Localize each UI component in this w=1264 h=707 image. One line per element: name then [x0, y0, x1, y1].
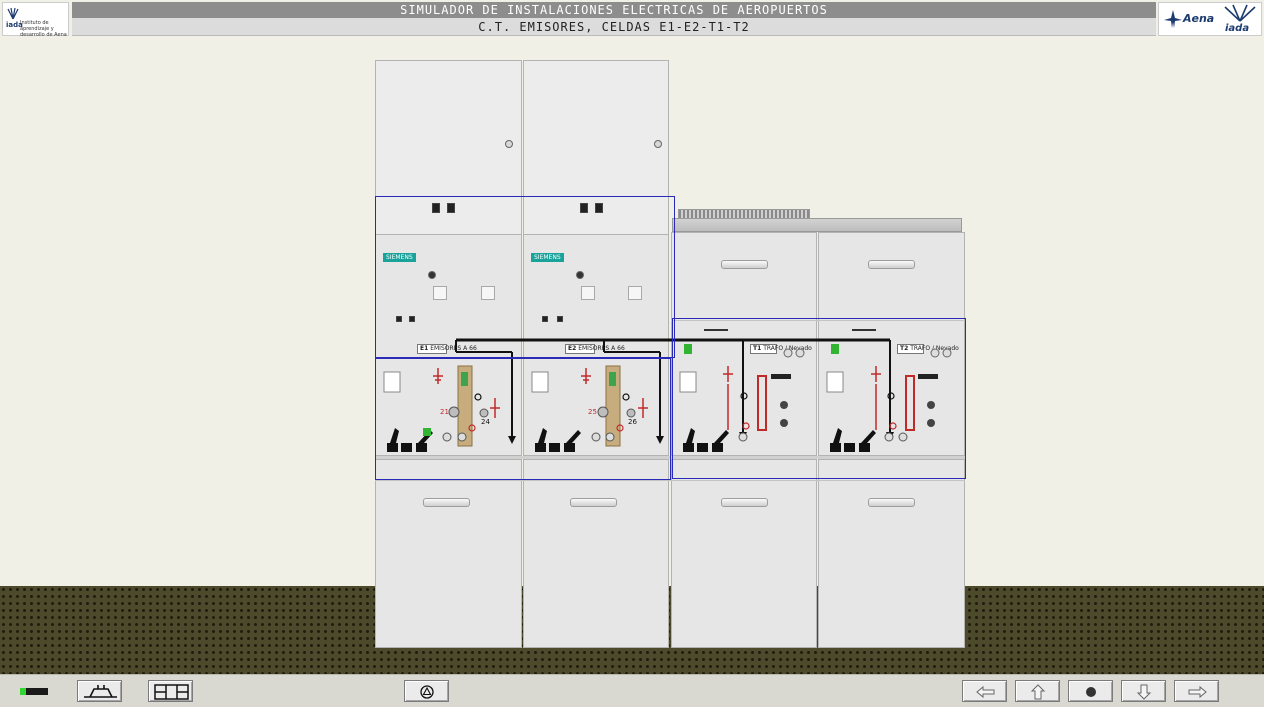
t1-lower-door — [671, 459, 817, 648]
arrow-down-icon — [1136, 684, 1152, 700]
status-led-on — [20, 688, 26, 695]
e2-lower-door — [523, 459, 669, 648]
arrow-up-icon — [1030, 684, 1046, 700]
status-led — [20, 688, 48, 695]
e2-interlock-label-b: 26 — [628, 418, 637, 426]
e1-lower-door — [375, 459, 522, 648]
simulator-screen: iada Instituto de aprendizaje y desarrol… — [0, 0, 1264, 707]
e1-interlock-label-a: 21 — [440, 408, 449, 416]
t2-lower-door — [818, 459, 965, 648]
e2-interlock-label-a: 25 — [588, 408, 597, 416]
single-line-diagram-button[interactable] — [77, 680, 122, 702]
t1-lower-handle[interactable] — [721, 498, 768, 507]
e1-interlock-label-b: 24 — [481, 418, 490, 426]
alarm-button[interactable] — [404, 680, 449, 702]
arrow-down-button[interactable] — [1121, 680, 1166, 702]
e1-lower-handle[interactable] — [423, 498, 470, 507]
panel-layout-button[interactable] — [148, 680, 193, 702]
record-button[interactable] — [1068, 680, 1113, 702]
record-icon — [1086, 687, 1096, 697]
arrow-left-icon — [976, 685, 995, 699]
arrow-left-button[interactable] — [962, 680, 1007, 702]
panel-layout-icon — [154, 684, 189, 700]
e2-lower-handle[interactable] — [570, 498, 617, 507]
alarm-icon — [420, 685, 434, 699]
single-line-diagram-icon — [84, 685, 117, 698]
t2-lower-handle[interactable] — [868, 498, 915, 507]
arrow-right-button[interactable] — [1174, 680, 1219, 702]
arrow-up-button[interactable] — [1015, 680, 1060, 702]
arrow-right-icon — [1188, 685, 1207, 699]
